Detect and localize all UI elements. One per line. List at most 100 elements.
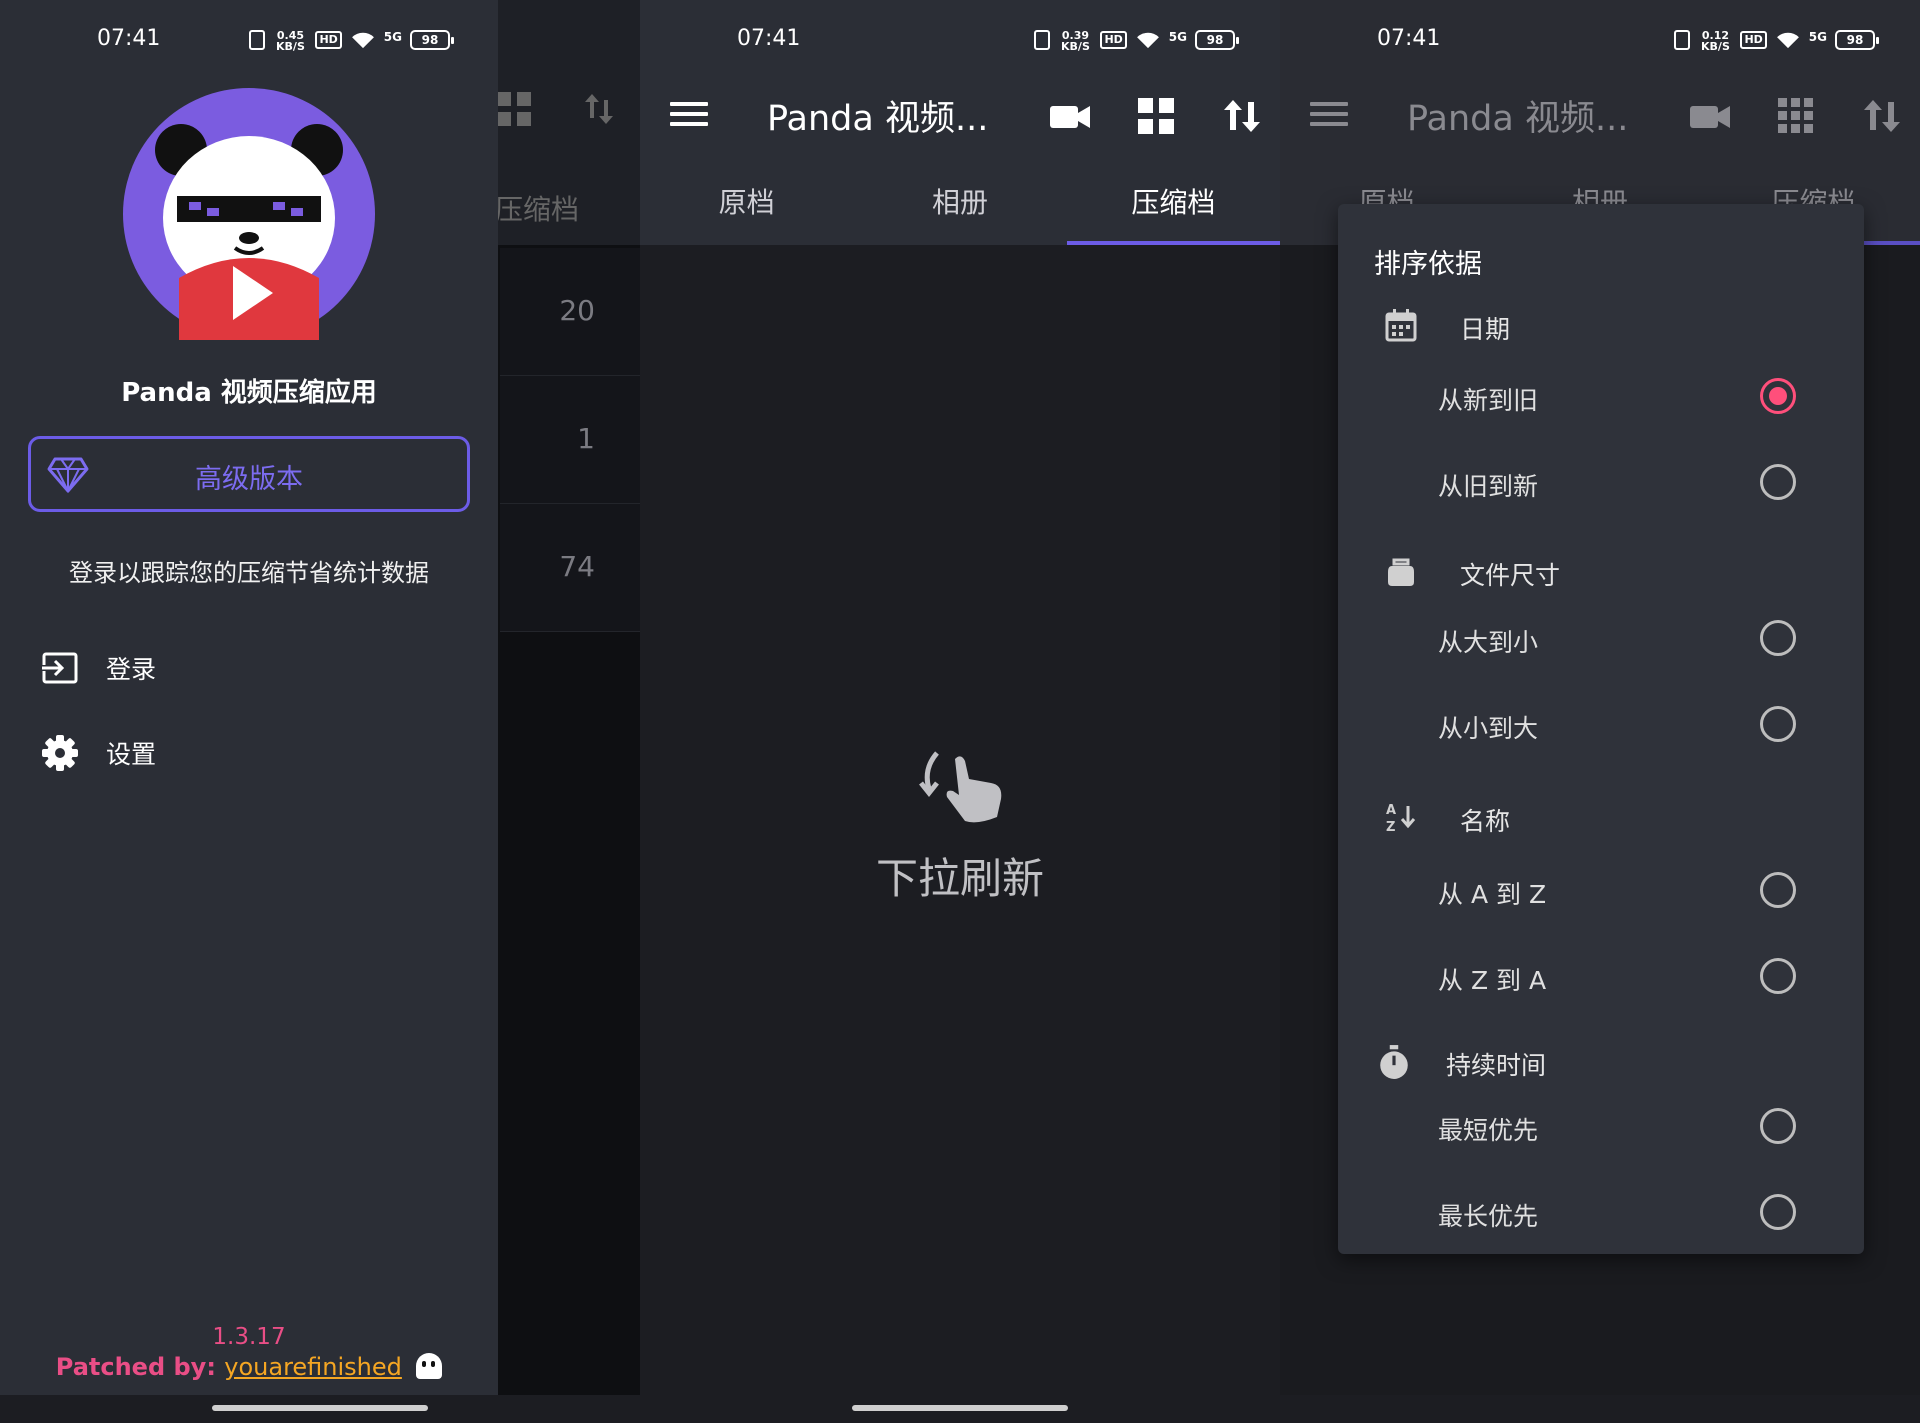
sort-option-shortest-first[interactable]: 最短优先 (1338, 1096, 1864, 1156)
home-indicator[interactable] (852, 1405, 1068, 1411)
status-time: 07:41 (1377, 26, 1441, 51)
network-type: 5G (1168, 30, 1187, 44)
compressed-list-empty[interactable]: 下拉刷新 (640, 245, 1280, 1395)
sort-alpha-icon: A Z (1386, 803, 1416, 834)
radio-unselected[interactable] (1760, 1194, 1796, 1230)
video-camera-icon[interactable] (1688, 94, 1732, 138)
sort-option-smallest-first[interactable]: 从小到大 (1338, 694, 1864, 754)
sort-icon[interactable] (1220, 94, 1264, 138)
panel-main: 07:41 0.39 KB/S HD 5G 98 Panda 视频... 原档 … (640, 0, 1280, 1423)
menu-icon[interactable] (1310, 96, 1348, 134)
vibrate-icon (249, 30, 266, 50)
sort-option-z-to-a[interactable]: 从 Z 到 A (1338, 946, 1864, 1006)
tab-album[interactable]: 相册 (853, 180, 1066, 245)
status-bar: 07:41 0.45 KB/S HD 5G 98 (0, 0, 640, 80)
sort-option-label: 从大到小 (1438, 628, 1539, 657)
net-speed: 0.45 KB/S (276, 29, 305, 53)
premium-label: 高级版本 (195, 464, 303, 495)
panel-drawer: 压缩档 20 1 74 07:41 0.45 KB/S HD 5G 98 Pan… (0, 0, 640, 1423)
status-bar: 07:41 0.12 KB/S HD 5G 98 (1280, 0, 1920, 80)
calendar-icon (1385, 309, 1417, 342)
app-title: Panda 视频... (1407, 99, 1629, 139)
premium-button[interactable]: 高级版本 (28, 436, 470, 512)
net-speed: 0.39 KB/S (1061, 29, 1090, 53)
radio-unselected[interactable] (1760, 872, 1796, 908)
background-list-item: 1 (500, 376, 640, 504)
radio-unselected[interactable] (1760, 958, 1796, 994)
version-text: 1.3.17 (212, 1324, 286, 1350)
grid-view-icon[interactable] (1134, 94, 1178, 138)
network-type: 5G (383, 30, 402, 44)
hd-badge: HD (315, 31, 342, 49)
login-icon (40, 652, 78, 684)
sort-menu: 排序依据 日期 从新到旧 从旧到新 文件尺寸 从大到小 从小到大 A Z 名称 … (1338, 204, 1864, 1254)
vibrate-icon (1034, 30, 1051, 50)
svg-text:Z: Z (1386, 820, 1395, 834)
wifi-icon (351, 32, 374, 49)
tab-original[interactable]: 原档 (640, 180, 853, 245)
weight-icon (1388, 558, 1414, 586)
radio-unselected[interactable] (1760, 706, 1796, 742)
app-bar: Panda 视频... 原档 相册 压缩档 (640, 80, 1280, 245)
pull-to-refresh-icon (919, 751, 1002, 823)
background-grid-icon (497, 92, 531, 126)
background-list-item: 20 (500, 248, 640, 376)
radio-unselected[interactable] (1760, 1108, 1796, 1144)
panda-logo (123, 88, 375, 340)
menu-item-login[interactable]: 登录 (40, 643, 156, 693)
login-hint: 登录以跟踪您的压缩节省统计数据 (69, 559, 429, 587)
app-title: Panda 视频... (767, 99, 989, 139)
sort-option-a-to-z[interactable]: 从 A 到 Z (1338, 860, 1864, 920)
hd-badge: HD (1740, 31, 1767, 49)
sort-group-label: 持续时间 (1446, 1051, 1547, 1080)
empty-state-text: 下拉刷新 (875, 854, 1044, 903)
sort-option-newest-first[interactable]: 从新到旧 (1338, 366, 1864, 426)
sort-group-date: 日期 (1338, 300, 1864, 350)
sort-option-label: 最短优先 (1438, 1116, 1539, 1145)
menu-item-label: 设置 (106, 740, 157, 769)
network-type: 5G (1808, 30, 1827, 44)
stopwatch-icon (1380, 1045, 1408, 1079)
menu-item-settings[interactable]: 设置 (40, 728, 156, 778)
radio-selected[interactable] (1760, 378, 1796, 414)
sort-group-name: A Z 名称 (1338, 792, 1864, 842)
background-list-item: 74 (500, 504, 640, 632)
patched-author-link[interactable]: youarefinished (224, 1353, 402, 1381)
radio-unselected[interactable] (1760, 464, 1796, 500)
radio-unselected[interactable] (1760, 620, 1796, 656)
app-name: Panda 视频压缩应用 (121, 378, 377, 408)
sort-option-longest-first[interactable]: 最长优先 (1338, 1182, 1864, 1242)
home-indicator[interactable] (212, 1405, 428, 1411)
tab-bar: 原档 相册 压缩档 (640, 180, 1280, 245)
battery-level: 98 (410, 30, 454, 50)
sort-group-duration: 持续时间 (1338, 1036, 1864, 1086)
sort-option-largest-first[interactable]: 从大到小 (1338, 608, 1864, 668)
sort-icon[interactable] (1860, 94, 1904, 138)
vibrate-icon (1674, 30, 1691, 50)
sort-group-label: 名称 (1460, 807, 1511, 836)
sort-group-label: 日期 (1460, 315, 1511, 344)
panel-sort: 07:41 0.12 KB/S HD 5G 98 Panda 视频... 原档 (1280, 0, 1920, 1423)
wifi-icon (1136, 32, 1159, 49)
grid-view-icon[interactable] (1774, 94, 1818, 138)
svg-text:A: A (1386, 803, 1396, 818)
sort-option-oldest-first[interactable]: 从旧到新 (1338, 452, 1864, 512)
sort-option-label: 从小到大 (1438, 714, 1539, 743)
sort-option-label: 从 A 到 Z (1438, 880, 1547, 909)
status-bar: 07:41 0.39 KB/S HD 5G 98 (640, 0, 1280, 80)
ghost-icon (416, 1353, 443, 1379)
sort-menu-title: 排序依据 (1374, 249, 1482, 280)
tab-compressed[interactable]: 压缩档 (1066, 180, 1280, 245)
sort-option-label: 从新到旧 (1438, 386, 1539, 415)
sort-group-size: 文件尺寸 (1338, 546, 1864, 596)
menu-icon[interactable] (670, 96, 708, 134)
status-time: 07:41 (737, 26, 801, 51)
sort-group-label: 文件尺寸 (1460, 561, 1561, 590)
sort-option-label: 从旧到新 (1438, 472, 1539, 501)
wifi-icon (1776, 32, 1799, 49)
status-time: 07:41 (97, 26, 161, 51)
hd-badge: HD (1100, 31, 1127, 49)
background-sort-icon (585, 94, 613, 124)
video-camera-icon[interactable] (1048, 94, 1092, 138)
background-tab-compressed: 压缩档 (495, 193, 580, 226)
